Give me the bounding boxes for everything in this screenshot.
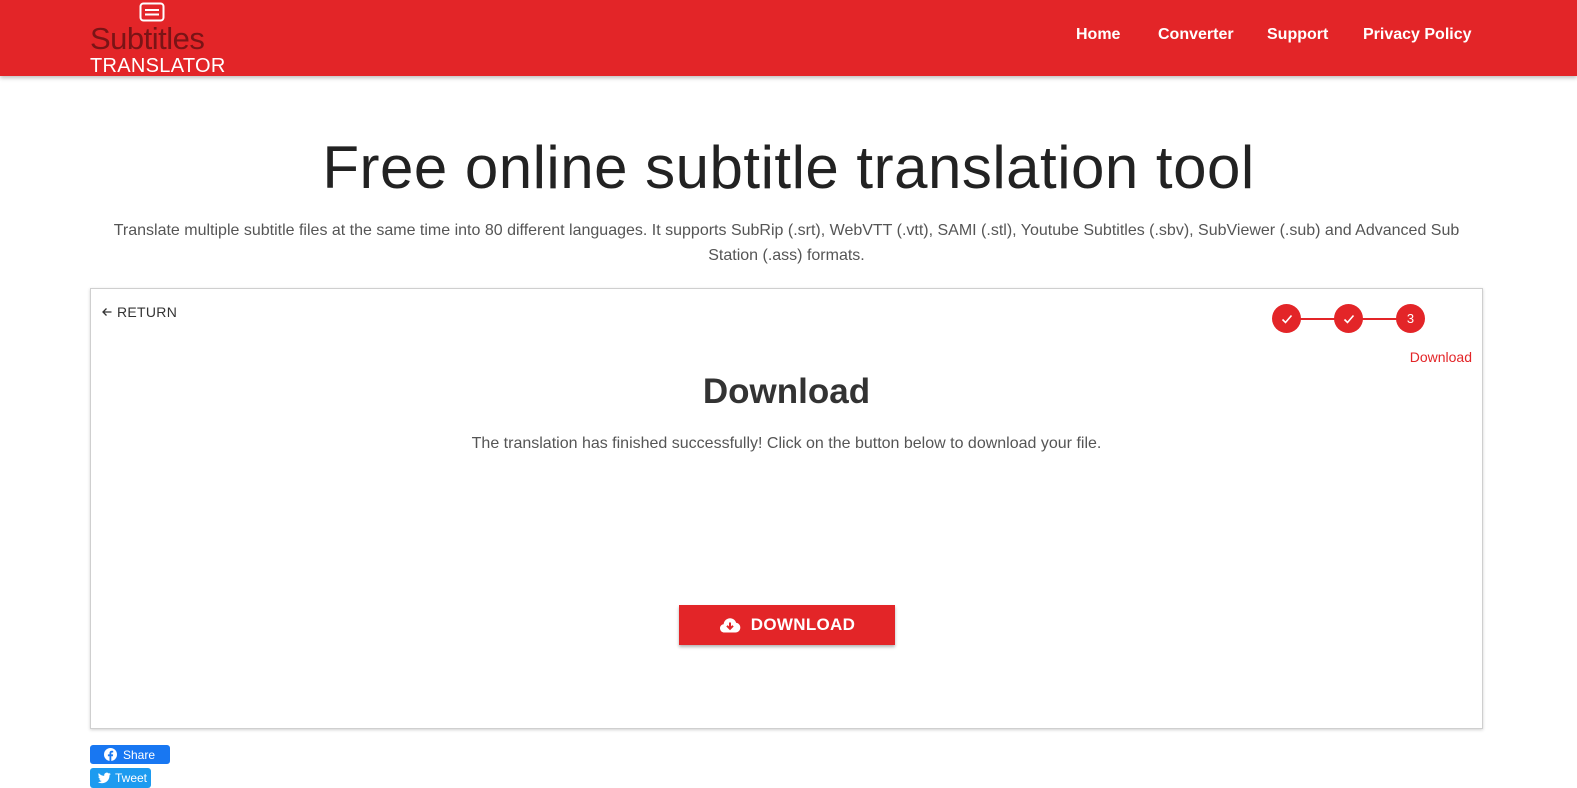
arrow-left-icon	[102, 308, 112, 316]
download-label: DOWNLOAD	[750, 615, 856, 634]
card-title: Download	[702, 372, 871, 411]
tweet-label: Tweet	[115, 771, 148, 785]
step-2-done	[1334, 304, 1363, 333]
step-connector	[1362, 318, 1398, 320]
check-icon	[1281, 314, 1292, 324]
nav-privacy-policy[interactable]: Privacy Policy	[1363, 26, 1472, 44]
subtitles-icon	[139, 2, 165, 22]
nav-support[interactable]: Support	[1267, 26, 1328, 44]
return-label: RETURN	[117, 304, 178, 320]
nav-home[interactable]: Home	[1076, 26, 1120, 44]
step-1-done	[1272, 304, 1301, 333]
cloud-download-icon	[719, 618, 741, 633]
step-connector	[1300, 318, 1336, 320]
check-icon	[1343, 314, 1354, 324]
page-title: Free online subtitle translation tool	[322, 134, 1255, 201]
download-button[interactable]: DOWNLOAD	[679, 605, 895, 645]
site-logo[interactable]: Subtitles TRANSLATOR	[90, 2, 225, 77]
translation-card: RETURN 3 Download Download The translati…	[90, 288, 1483, 729]
success-message: The translation has finished successfull…	[471, 435, 1102, 452]
nav-converter[interactable]: Converter	[1158, 26, 1234, 44]
share-label: Share	[123, 747, 156, 762]
step-3-label: Download	[1409, 349, 1472, 365]
page-subtitle: Translate multiple subtitle files at the…	[113, 222, 1460, 264]
twitter-bird-icon	[98, 772, 111, 784]
facebook-icon	[104, 748, 117, 761]
twitter-tweet-button[interactable]: Tweet	[90, 768, 151, 788]
step-3-active: 3	[1396, 304, 1425, 333]
logo-text-subtitles: Subtitles	[90, 21, 205, 56]
logo-text-translator: TRANSLATOR	[90, 55, 226, 77]
top-navbar: Subtitles TRANSLATOR Home Converter Supp…	[0, 0, 1577, 77]
return-button[interactable]: RETURN	[101, 304, 177, 320]
progress-stepper: 3 Download	[1272, 303, 1472, 365]
facebook-share-button[interactable]: Share	[90, 745, 170, 764]
